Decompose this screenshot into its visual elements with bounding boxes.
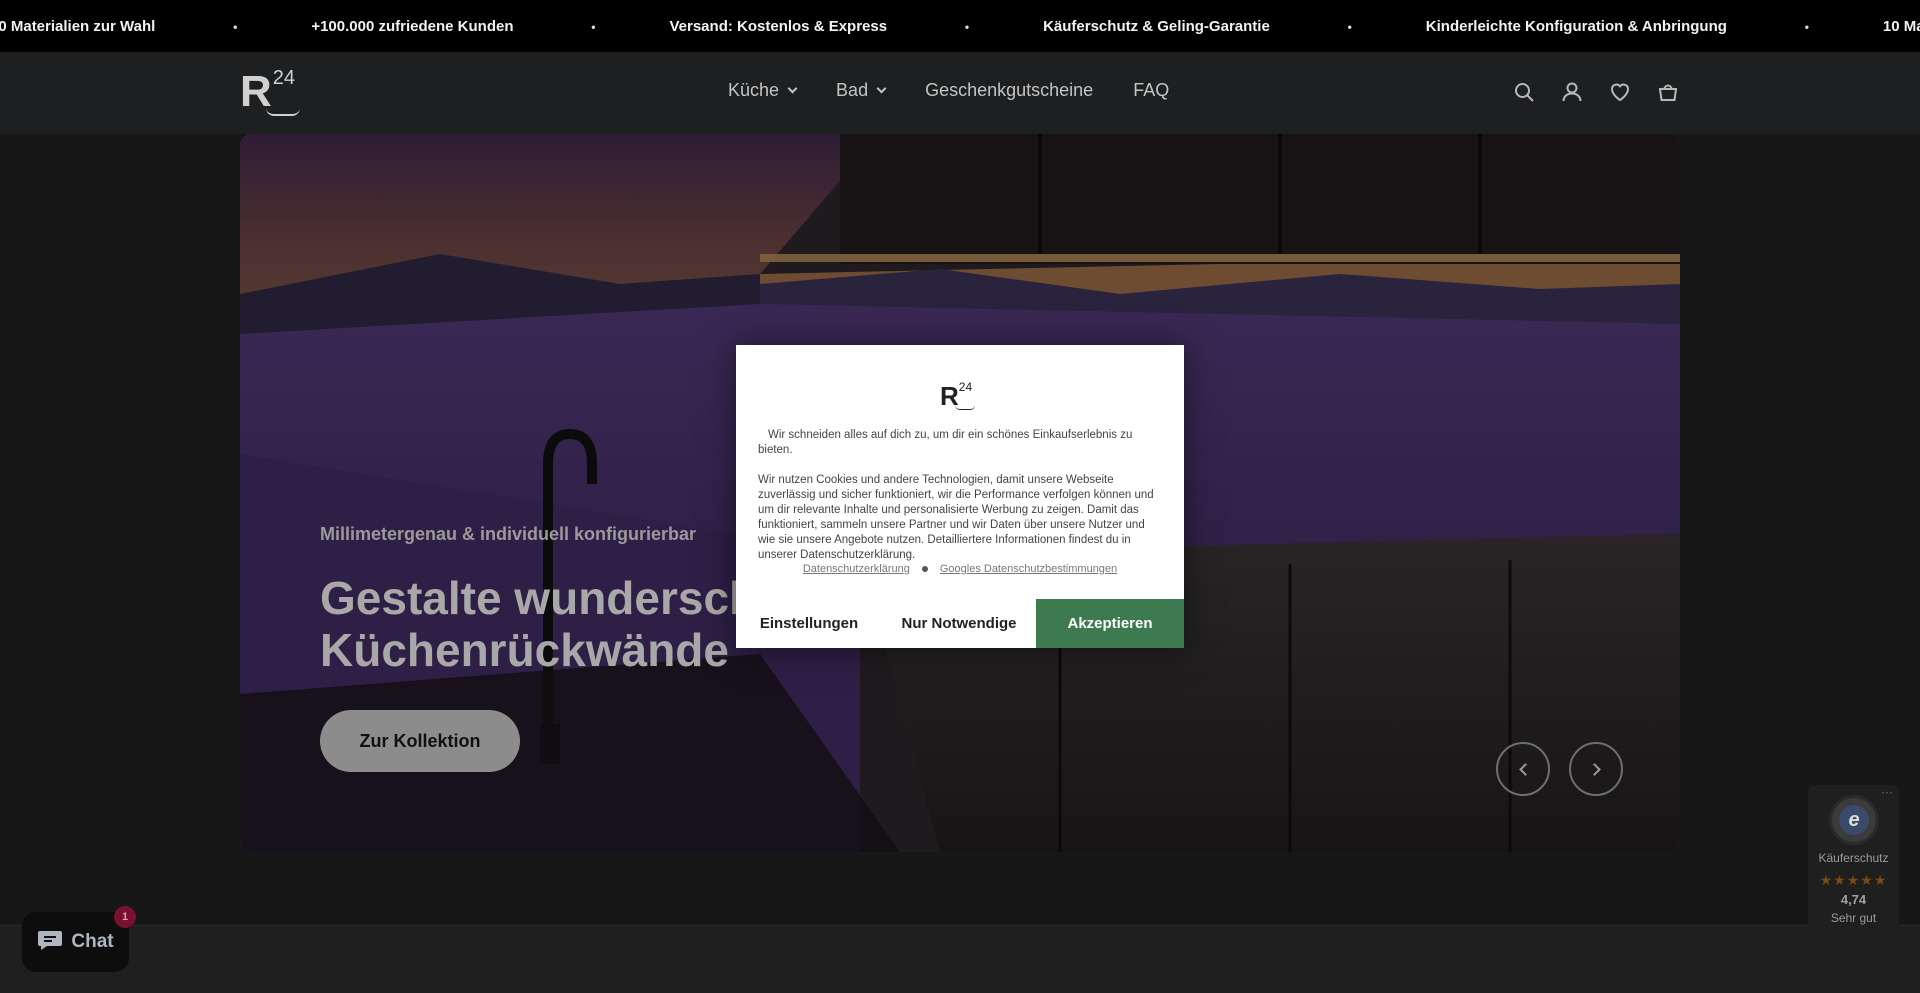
cookie-actions: Einstellungen Nur Notwendige Akzeptieren (736, 599, 1184, 648)
chevron-down-icon (787, 83, 798, 94)
nav-item-kueche[interactable]: Küche (728, 80, 798, 101)
nav-item-bad[interactable]: Bad (836, 80, 887, 101)
chat-bubble-icon (37, 928, 63, 957)
account-icon[interactable] (1560, 80, 1584, 104)
cookie-settings-button[interactable]: Einstellungen (736, 599, 882, 648)
announcement-bar: 10 Materialien zur Wahl +100.000 zufried… (0, 0, 1920, 52)
cookie-links: Datenschutzerklärung Googles Datenschutz… (736, 563, 1184, 575)
announcement-item: Käuferschutz & Geling-Garantie (965, 18, 1351, 36)
announcement-item: +100.000 zufriedene Kunden (233, 18, 595, 36)
link-separator (921, 566, 928, 572)
nav-item-label: Bad (836, 80, 869, 100)
content-section (0, 925, 1920, 993)
cookie-necessary-only-button[interactable]: Nur Notwendige (882, 599, 1036, 648)
nav-item-label: Geschenkgutscheine (925, 80, 1094, 100)
trust-label: Käuferschutz (1818, 851, 1889, 865)
logo-swoosh (955, 405, 975, 410)
cookie-lead-text: Wir schneiden alles auf dich zu, um dir … (758, 429, 1133, 456)
privacy-policy-link[interactable]: Datenschutzerklärung (803, 563, 910, 575)
cart-icon[interactable] (1656, 80, 1680, 104)
search-icon[interactable] (1512, 80, 1536, 104)
main-nav: Küche Bad Geschenkgutscheine FAQ (728, 80, 1169, 101)
logo-swoosh (266, 108, 300, 116)
modal-logo: R 24 (940, 380, 975, 410)
hero-subtitle: Millimetergenau & individuell konfigurie… (320, 524, 697, 544)
announcement-track: 10 Materialien zur Wahl +100.000 zufried… (0, 0, 1920, 52)
chevron-left-icon (1518, 762, 1532, 776)
wishlist-heart-icon[interactable] (1608, 80, 1632, 104)
rating-score: 4,74 (1840, 892, 1867, 907)
cookie-accept-button[interactable]: Akzeptieren (1036, 599, 1184, 648)
slider-next-button[interactable] (1569, 742, 1623, 796)
nav-item-geschenkgutscheine[interactable]: Geschenkgutscheine (925, 80, 1093, 101)
site-header: R 24 Küche Bad Geschenkgutscheine FAQ (0, 52, 1920, 134)
trusted-shops-seal-icon: e (1829, 795, 1879, 845)
announcement-item: 10 Materialien zur Wahl (1805, 18, 1920, 35)
nav-item-label: Küche (728, 80, 780, 100)
chat-unread-badge: 1 (114, 906, 136, 928)
cookie-body-text: Wir nutzen Cookies und andere Technologi… (758, 474, 1154, 561)
google-privacy-link[interactable]: Googles Datenschutzbestimmungen (940, 563, 1117, 575)
hero-cta-button[interactable]: Zur Kollektion (320, 710, 520, 772)
site-logo[interactable]: R 24 (240, 67, 300, 116)
header-icons (1512, 80, 1680, 104)
seal-letter: e (1839, 805, 1869, 835)
more-options-icon[interactable]: ··· (1881, 785, 1893, 799)
rating-grade: Sehr gut (1830, 911, 1877, 925)
trusted-shops-badge[interactable]: ··· e Käuferschutz ★★★★★ 4,74 Sehr gut (1808, 785, 1899, 936)
announcement-item: Versand: Kostenlos & Express (591, 18, 968, 36)
chat-label: Chat (71, 931, 114, 952)
slider-prev-button[interactable] (1496, 742, 1550, 796)
rating-stars: ★★★★★ (1819, 872, 1888, 888)
nav-item-label: FAQ (1133, 80, 1170, 100)
announcement-item: 10 Materialien zur Wahl (0, 18, 238, 36)
logo-letter: R (240, 67, 272, 116)
cookie-consent-modal: R 24 Wir schneiden alles auf dich zu, um… (736, 345, 1184, 648)
chat-button[interactable]: Chat 1 (22, 906, 136, 972)
chevron-right-icon (1587, 762, 1601, 776)
announcement-item: Kinderleichte Konfiguration & Anbringung (1348, 18, 1809, 36)
logo-number: 24 (958, 380, 973, 394)
logo-number: 24 (272, 67, 296, 89)
nav-item-faq[interactable]: FAQ (1133, 80, 1169, 101)
chevron-down-icon (876, 83, 887, 94)
